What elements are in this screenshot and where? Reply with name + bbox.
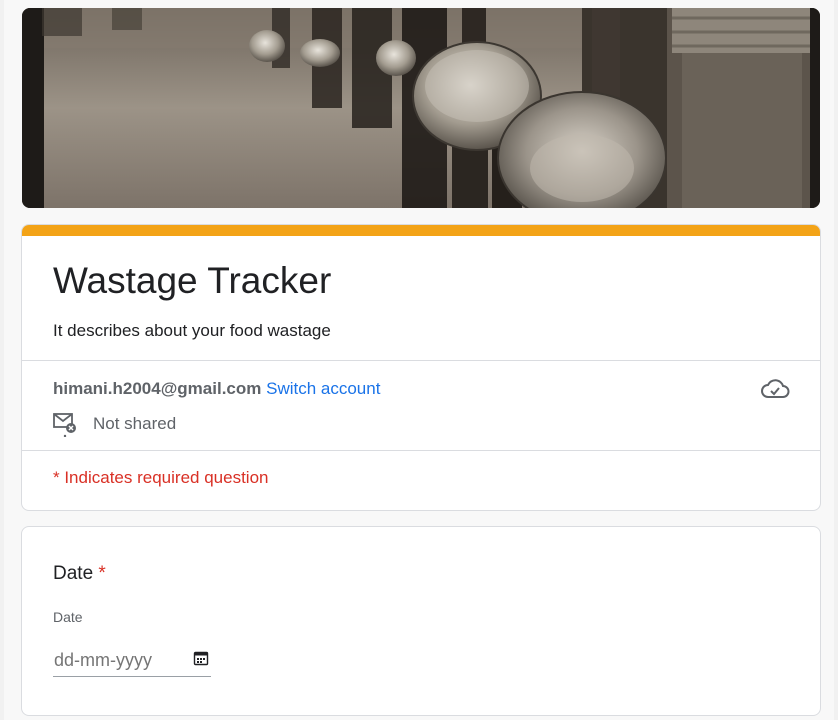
sharing-status: Not shared	[53, 411, 176, 437]
question-title: Date *	[53, 563, 106, 585]
calendar-icon[interactable]	[193, 650, 209, 666]
date-field[interactable]	[53, 645, 211, 677]
question-title-text: Date	[53, 563, 94, 584]
question-card-date: Date * Date	[21, 526, 821, 716]
header-photo	[22, 8, 820, 208]
divider	[22, 450, 820, 451]
account-email: himani.h2004@gmail.com	[53, 379, 262, 398]
not-shared-label: Not shared	[93, 414, 177, 433]
form-description: It describes about your food wastage	[53, 321, 331, 340]
theme-accent-bar	[22, 225, 820, 236]
date-input[interactable]	[53, 645, 183, 673]
mail-not-shared-icon	[53, 413, 76, 437]
cloud-check-icon	[761, 379, 790, 398]
form-title: Wastage Tracker	[53, 260, 332, 301]
required-question-note: * Indicates required question	[53, 468, 269, 487]
switch-account-link[interactable]: Switch account	[266, 379, 380, 398]
header-image	[22, 8, 820, 208]
divider	[22, 360, 820, 361]
account-row: himani.h2004@gmail.com Switch account	[53, 379, 380, 399]
form-header-card: Wastage Tracker It describes about your …	[21, 224, 821, 511]
required-asterisk: *	[98, 563, 106, 584]
date-sublabel: Date	[53, 609, 83, 625]
